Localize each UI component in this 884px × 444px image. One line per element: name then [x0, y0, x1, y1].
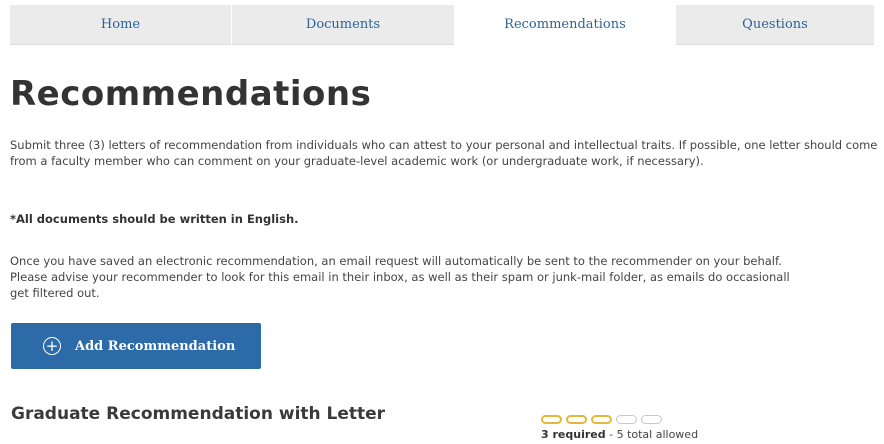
recommendation-progress: [541, 415, 662, 424]
intro-text: Submit three (3) letters of recommendati…: [10, 138, 878, 168]
email-info-line: Please advise your recommender to look f…: [10, 270, 790, 284]
allowed-count: - 5 total allowed: [605, 428, 699, 441]
tab-home[interactable]: Home: [10, 5, 231, 45]
requirement-text: 3 required - 5 total allowed: [541, 428, 698, 442]
add-recommendation-label: Add Recommendation: [75, 338, 236, 354]
tab-questions[interactable]: Questions: [675, 5, 874, 45]
section-title: Graduate Recommendation with Letter: [11, 404, 386, 424]
page-title: Recommendations: [10, 74, 372, 114]
required-count: 3 required: [541, 428, 606, 441]
optional-slot: [616, 415, 637, 424]
tab-recommendations[interactable]: Recommendations: [454, 5, 675, 45]
add-recommendation-button[interactable]: + Add Recommendation: [11, 323, 261, 369]
email-info-text: Once you have saved an electronic recomm…: [10, 253, 878, 301]
required-slot: [541, 415, 562, 424]
english-note: *All documents should be written in Engl…: [10, 212, 299, 226]
plus-circle-icon: +: [43, 337, 61, 355]
nav-tabs: Home Documents Recommendations Questions: [10, 5, 874, 45]
email-info-line: Once you have saved an electronic recomm…: [10, 254, 782, 268]
required-slot: [566, 415, 587, 424]
email-info-line: get filtered out.: [10, 286, 100, 300]
tab-documents[interactable]: Documents: [231, 5, 454, 45]
required-slot: [591, 415, 612, 424]
optional-slot: [641, 415, 662, 424]
